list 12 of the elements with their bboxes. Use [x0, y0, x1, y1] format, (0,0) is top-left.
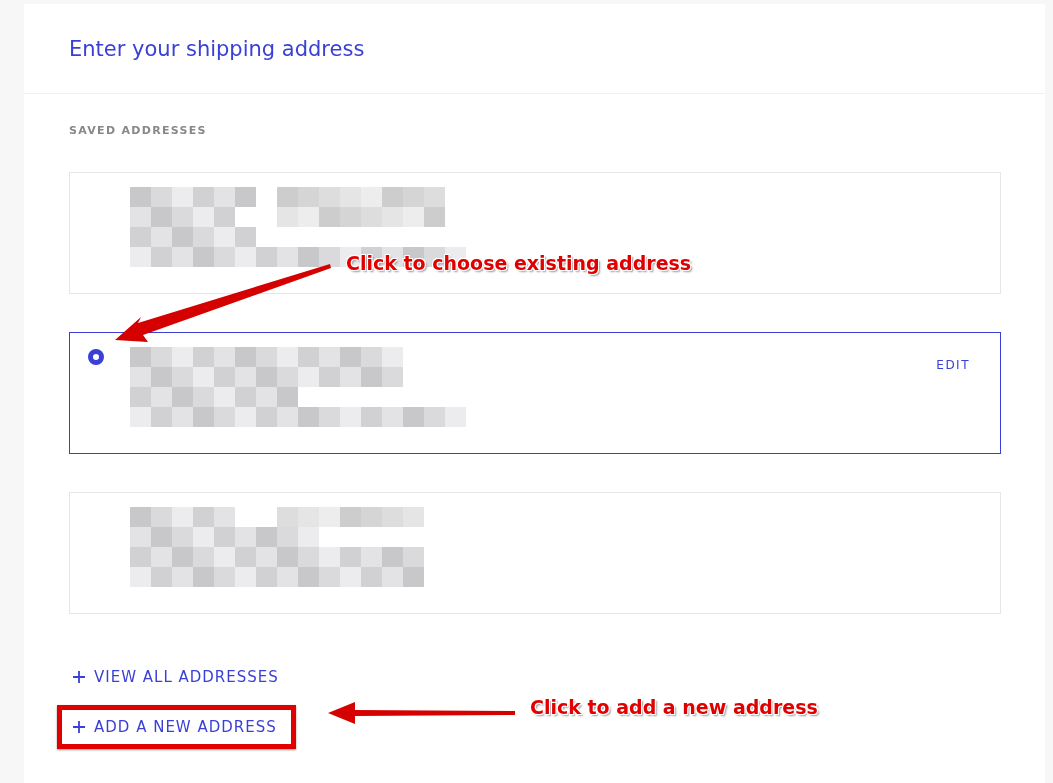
page-title: Enter your shipping address: [69, 36, 365, 61]
section-heading: SAVED ADDRESSES: [69, 124, 208, 137]
edit-link[interactable]: EDIT: [936, 358, 970, 372]
annotation-text: Click to add a new address: [530, 696, 818, 718]
address-card[interactable]: EDIT: [69, 332, 1001, 454]
plus-icon: [72, 720, 86, 734]
address-link[interactable]: ADD A NEW ADDRESS: [57, 705, 296, 749]
radio-button[interactable]: [88, 349, 104, 365]
address-card[interactable]: [69, 172, 1001, 294]
annotation-text: Click to choose existing address: [346, 252, 692, 274]
address-link[interactable]: VIEW ALL ADDRESSES: [57, 655, 298, 699]
plus-icon: [72, 670, 86, 684]
